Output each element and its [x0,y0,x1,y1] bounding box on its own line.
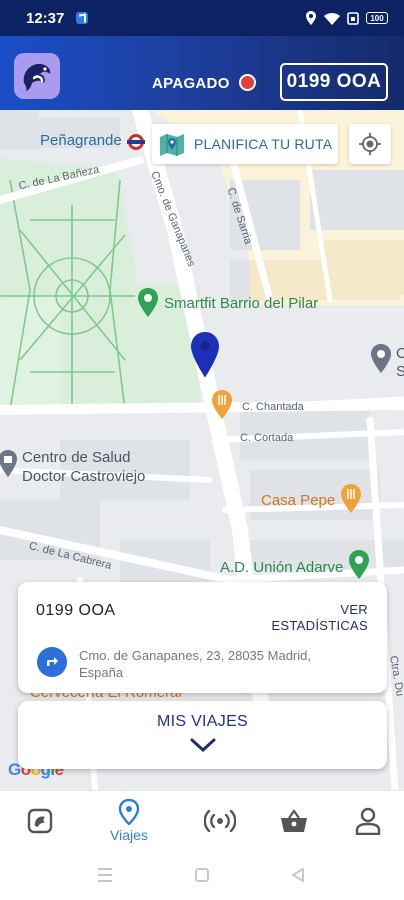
nav-item-profile[interactable] [348,791,388,851]
metro-station-label: Peñagrande [40,132,122,149]
my-trips-panel[interactable]: MIS VIAJES [18,701,387,769]
bottom-navigation: Viajes [0,790,404,850]
system-navigation-bar [0,851,404,900]
recent-apps-icon[interactable] [96,867,114,883]
right-place-label-2: S [396,363,404,380]
street-label-cortada: C. Cortada [240,432,294,444]
chevron-down-icon[interactable] [190,737,216,753]
view-stats-button[interactable]: VER ESTADÍSTICAS [271,602,368,634]
broadcast-icon [204,810,236,832]
nav-item-trips[interactable]: Viajes [100,791,158,851]
restaurant-poi-label[interactable]: Casa Pepe [261,492,335,509]
right-place-pin-icon [371,344,391,373]
street-label-chantada: C. Chantada [242,401,304,413]
battery-icon: 100 [366,12,388,24]
map-route-icon [160,134,184,156]
license-plate-badge[interactable]: 0199 OOA [280,63,388,101]
home-logo-icon [27,808,53,834]
vehicle-address: Cmo. de Ganapanes, 23, 28035 Madrid, Esp… [79,648,311,680]
view-stats-line2: ESTADÍSTICAS [271,618,368,633]
user-profile-icon [355,807,381,835]
nav-item-signal[interactable] [198,791,242,851]
sim-icon [347,11,359,25]
status-icons: 100 [305,11,388,25]
my-trips-label: MIS VIAJES [156,713,249,730]
current-location-marker-icon [191,332,219,378]
notification-app-icon [76,12,89,24]
clock: 12:37 [26,9,65,27]
directions-icon[interactable] [37,647,67,677]
plan-route-label: PLANIFICA TU RUTA [194,136,333,152]
casa-pepe-pin-icon [341,484,361,513]
club-pin-icon [349,550,369,579]
restaurant-pin-icon [212,390,232,419]
health-center-label[interactable]: Centro de Salud [22,448,130,467]
crosshair-icon [359,133,381,155]
health-center-label-line2[interactable]: Doctor Castroviejo [22,467,145,486]
card-plate-label: 0199 OOA [36,602,116,619]
view-stats-line1: VER [340,602,368,617]
app-logo-icon[interactable] [14,53,60,99]
back-button-icon[interactable] [290,867,306,883]
location-icon [306,11,316,25]
device-status-indicator [239,74,256,91]
app-header: APAGADO 0199 OOA [0,36,404,110]
right-place-label: C [396,345,404,362]
gym-poi-label[interactable]: Smartfit Barrio del Pilar [164,295,318,312]
device-status-label: APAGADO [152,75,230,92]
system-status-bar: 12:37 100 [0,0,404,36]
nav-item-home[interactable] [20,791,60,851]
plan-route-button[interactable]: PLANIFICA TU RUTA [152,124,338,164]
my-location-button[interactable] [349,124,391,164]
metro-icon [127,134,145,150]
health-center-icon [0,450,17,477]
vehicle-info-card: 0199 OOA VER ESTADÍSTICAS Cmo. de Ganapa… [18,582,387,693]
home-button-icon[interactable] [194,867,210,883]
nav-item-trips-label: Viajes [110,827,148,843]
club-poi-label[interactable]: A.D. Unión Adarve [220,559,343,576]
gym-pin-icon [138,288,158,317]
wifi-icon [324,12,340,25]
nav-item-shop[interactable] [274,791,314,851]
location-pin-icon [118,799,140,825]
shopping-basket-icon [281,809,307,832]
